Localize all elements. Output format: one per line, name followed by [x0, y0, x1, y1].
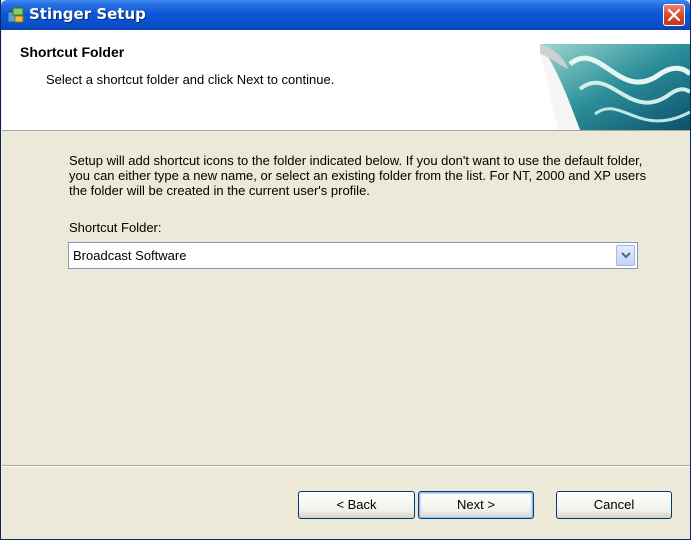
footer-separator	[2, 465, 690, 467]
close-button[interactable]	[663, 4, 685, 26]
dropdown-button[interactable]	[616, 245, 635, 266]
chevron-down-icon	[621, 252, 631, 259]
shortcut-folder-value[interactable]: Broadcast Software	[73, 248, 186, 263]
page-title: Shortcut Folder	[20, 44, 125, 60]
description-text: Setup will add shortcut icons to the fol…	[69, 153, 647, 198]
title-bar[interactable]: Stinger Setup	[1, 0, 690, 30]
next-button[interactable]: Next >	[418, 491, 534, 519]
page-subtitle: Select a shortcut folder and click Next …	[46, 72, 335, 87]
wave-banner	[540, 44, 690, 130]
setup-app-icon	[7, 6, 25, 24]
back-button[interactable]: < Back	[298, 491, 415, 519]
setup-window: Stinger Setup Shortcut Folder Select a s…	[0, 0, 691, 540]
close-icon	[668, 9, 680, 21]
window-title: Stinger Setup	[29, 5, 146, 23]
cancel-button[interactable]: Cancel	[556, 491, 672, 519]
shortcut-folder-combobox[interactable]: Broadcast Software	[68, 242, 638, 269]
wizard-header: Shortcut Folder Select a shortcut folder…	[2, 30, 690, 131]
shortcut-folder-label: Shortcut Folder:	[69, 220, 162, 235]
